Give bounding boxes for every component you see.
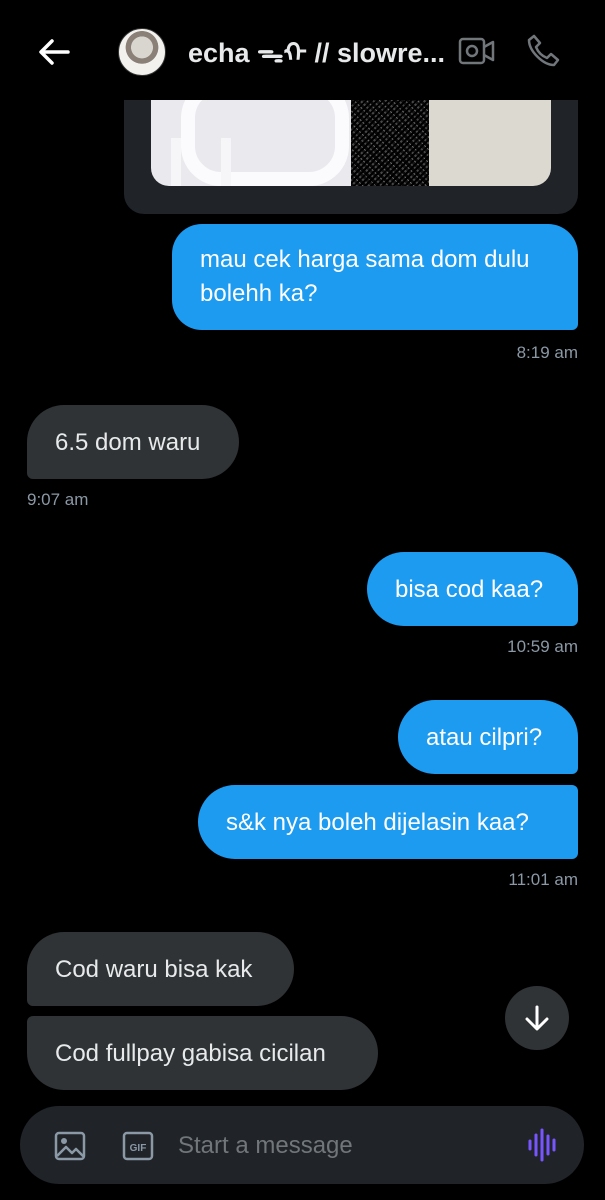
message-bubble-outgoing[interactable]: bisa cod kaa?	[367, 552, 578, 626]
image-icon	[54, 1131, 86, 1161]
add-image-button[interactable]	[54, 1131, 86, 1161]
media-image-noise	[351, 98, 429, 186]
message-bubble-incoming[interactable]: 6.5 dom waru	[27, 405, 239, 479]
add-gif-button[interactable]: GIF	[122, 1130, 154, 1162]
video-call-icon	[458, 37, 495, 65]
gif-label: GIF	[130, 1143, 147, 1154]
arrow-down-icon	[525, 1005, 549, 1031]
message-bubble-outgoing[interactable]: mau cek harga sama dom dulu bolehh ka?	[172, 224, 578, 330]
scroll-to-bottom-button[interactable]	[505, 986, 569, 1050]
back-button[interactable]	[36, 34, 72, 70]
media-image-right	[429, 98, 551, 186]
gif-icon: GIF	[122, 1131, 154, 1161]
message-bubble-incoming[interactable]: Cod fullpay gabisa cicilan	[27, 1016, 378, 1090]
video-call-button[interactable]	[458, 36, 496, 66]
message-timestamp: 8:19 am	[516, 343, 578, 362]
avatar[interactable]	[118, 28, 166, 76]
message-timestamp: 10:59 am	[507, 637, 578, 656]
message-bubble-outgoing[interactable]: s&k nya boleh dijelasin kaa?	[198, 785, 578, 859]
message-timestamp: 9:07 am	[27, 490, 89, 509]
message-timestamp: 11:01 am	[508, 870, 578, 889]
message-bubble-outgoing[interactable]: atau cilpri?	[398, 700, 578, 774]
arrow-left-icon	[39, 39, 70, 65]
media-image-left	[151, 98, 351, 186]
conversation-header: echa ᯓᡣ // slowre...	[0, 0, 605, 100]
media-image[interactable]	[151, 98, 551, 186]
voice-wave-icon	[528, 1128, 556, 1162]
message-input[interactable]: Start a message	[178, 1128, 498, 1164]
call-button[interactable]	[524, 32, 562, 70]
conversation-title[interactable]: echa ᯓᡣ // slowre...	[188, 36, 450, 70]
phone-icon	[527, 34, 560, 67]
message-composer: GIF Start a message	[20, 1106, 584, 1184]
voice-message-button[interactable]	[526, 1128, 560, 1162]
message-bubble-incoming[interactable]: Cod waru bisa kak	[27, 932, 294, 1006]
